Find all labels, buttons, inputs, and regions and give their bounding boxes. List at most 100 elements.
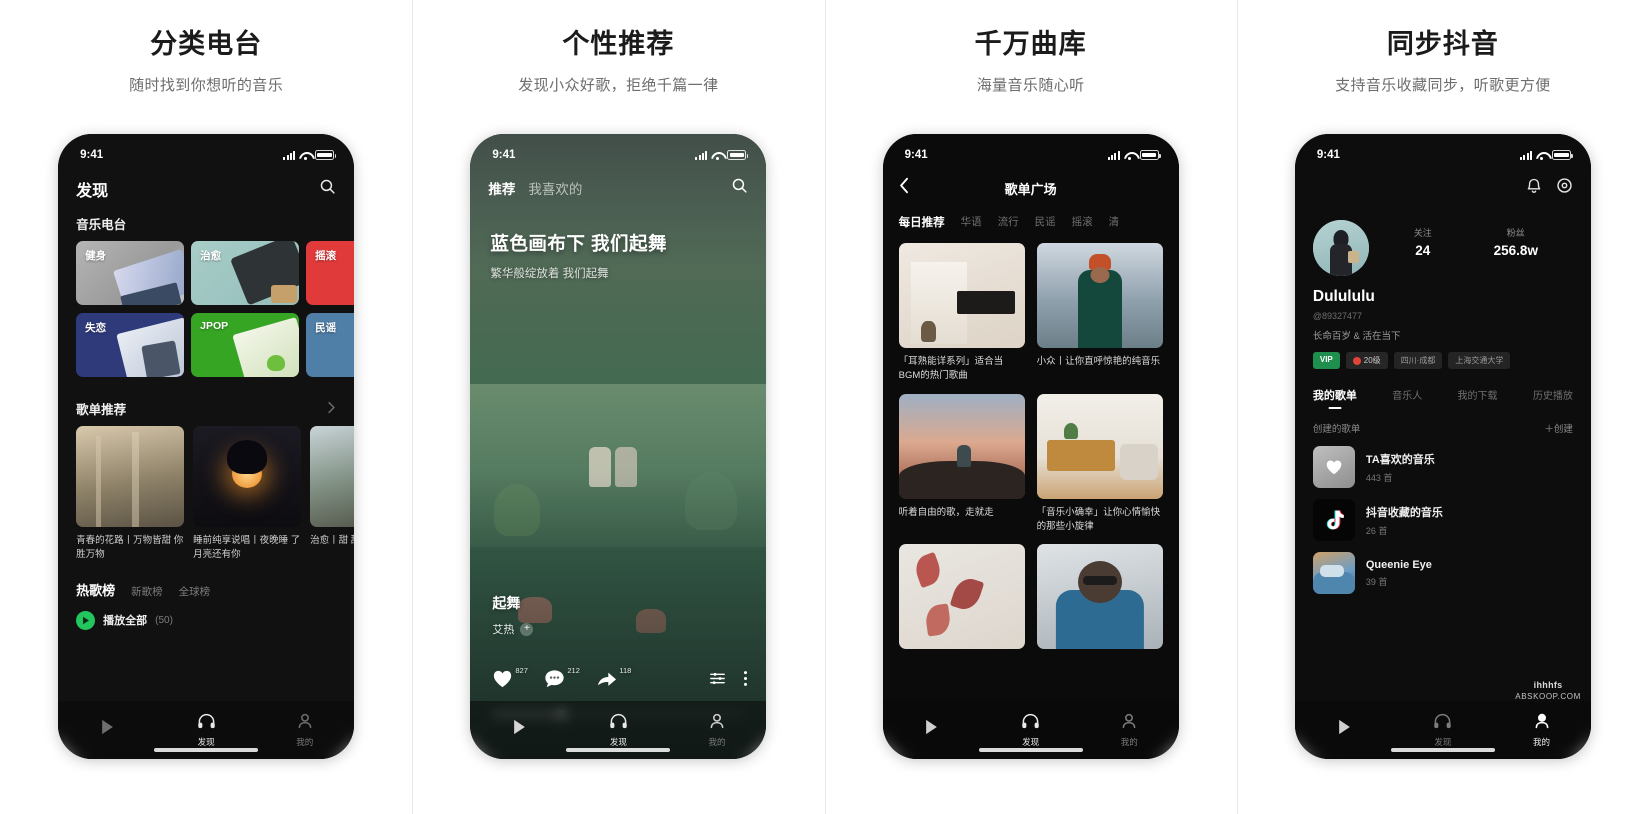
grid-card[interactable]: 「耳熟能详系列」适合当BGM的热门歌曲 <box>898 243 1025 384</box>
grid-card[interactable]: 听着自由的歌，走就走 <box>898 393 1025 535</box>
tabbar-item-player[interactable] <box>470 719 569 742</box>
tabbar-label: 发现 <box>1022 736 1040 747</box>
hero-subtitle: 繁华般绽放着 我们起舞 <box>490 268 609 280</box>
search-icon[interactable] <box>731 177 748 199</box>
tab-downloads[interactable]: 我的下载 <box>1458 387 1498 403</box>
play-icon <box>100 719 115 740</box>
stat-followers[interactable]: 粉丝 256.8w <box>1494 226 1538 258</box>
tabbar-item-discover[interactable]: 发现 <box>1394 713 1493 748</box>
avatar[interactable] <box>1312 220 1369 276</box>
like-button[interactable]: 827 <box>492 666 528 693</box>
panel-profile: 同步抖音 支持音乐收藏同步，听歌更方便 9:41 关注 24 粉丝 256.8w… <box>1236 0 1649 814</box>
tabbar-item-discover[interactable]: 发现 <box>157 713 256 748</box>
tabbar-item-player[interactable] <box>883 719 982 742</box>
grid-card[interactable]: 小众丨让你直呼惊艳的纯音乐 <box>1036 243 1163 384</box>
chart-tab-new[interactable]: 新歌榜 <box>131 584 163 599</box>
tab-musicians[interactable]: 音乐人 <box>1392 387 1422 403</box>
status-time: 9:41 <box>904 149 928 161</box>
status-indicators <box>695 150 749 160</box>
profile-stats: 关注 24 粉丝 256.8w <box>1369 220 1573 258</box>
radio-card[interactable]: 失恋 <box>76 313 185 377</box>
discover-header: 发现 <box>58 168 354 208</box>
radio-card[interactable]: 治愈 <box>191 241 300 305</box>
stat-following[interactable]: 关注 24 <box>1414 226 1432 258</box>
gear-icon[interactable] <box>1556 177 1573 199</box>
tag-school[interactable]: 上海交通大学 <box>1448 352 1511 369</box>
section-playlist-rec: 歌单推荐 <box>58 385 354 426</box>
list-item[interactable]: 抖音收藏的音乐 26 首 <box>1295 488 1591 541</box>
radio-card[interactable]: 民谣 <box>306 313 355 377</box>
chevron-left-icon[interactable] <box>899 177 910 199</box>
stat-label: 关注 <box>1413 228 1432 238</box>
grid-card[interactable] <box>898 544 1025 656</box>
headphones-icon <box>1433 713 1452 734</box>
radio-card[interactable]: 摇滚 <box>306 241 355 305</box>
tabbar-item-player[interactable] <box>58 719 157 742</box>
playlist-thumb <box>310 426 355 527</box>
list-item[interactable]: TA喜欢的音乐 443 首 <box>1295 435 1591 488</box>
top-tabs: 推荐 我喜欢的 <box>470 168 766 206</box>
tabbar-item-discover[interactable]: 发现 <box>569 713 668 748</box>
wifi-icon <box>711 151 723 160</box>
tab-history[interactable]: 历史播放 <box>1533 387 1573 403</box>
grid-card[interactable]: 「音乐小确幸」让你心情愉快的那些小旋律 <box>1036 393 1163 535</box>
follow-plus-icon[interactable]: + <box>520 622 534 636</box>
tag-location[interactable]: 四川·成都 <box>1393 352 1443 369</box>
playlist-queue-button[interactable] <box>709 671 726 691</box>
grid-card[interactable] <box>1036 544 1163 656</box>
tab-recommend[interactable]: 推荐 <box>488 178 515 198</box>
panel-title: 个性推荐 <box>562 29 675 59</box>
radio-card[interactable]: JPOP <box>191 313 300 377</box>
playlist-card[interactable]: 睡前纯享说唱丨夜晚睡 了月亮还有你 <box>193 426 302 562</box>
status-time: 9:41 <box>1316 149 1340 161</box>
tabbar-label: 我的 <box>708 736 726 747</box>
playlist-name: TA喜欢的音乐 <box>1365 453 1435 466</box>
tabbar-item-mine[interactable]: 我的 <box>1492 713 1591 748</box>
phone-mockup: 9:41 推荐 我喜欢的 蓝色画布下 我们起舞 繁华般绽放着 我们起舞 起舞 艾… <box>470 134 767 759</box>
playlist-card[interactable]: 治愈丨甜 甜的歌 <box>310 426 355 562</box>
more-button[interactable] <box>743 670 748 692</box>
list-item[interactable]: Queenie Eye 39 首 <box>1295 541 1591 594</box>
tabbar-item-player[interactable] <box>1295 719 1394 742</box>
chevron-right-icon[interactable] <box>327 401 336 417</box>
search-icon[interactable] <box>319 178 336 200</box>
app-screen: 9:41 关注 24 粉丝 256.8w Dulululu @89327477 … <box>1294 134 1591 759</box>
chart-tab-global[interactable]: 全球榜 <box>179 584 211 599</box>
tabbar-item-mine[interactable]: 我的 <box>1080 713 1179 748</box>
tab-mandarin[interactable]: 华语 <box>961 214 982 229</box>
panel-library: 千万曲库 海量音乐随心听 9:41 歌单广场 每日推荐 华语 流行 民谣 摇滚 … <box>824 0 1237 814</box>
radio-card[interactable]: 健身 <box>76 241 185 305</box>
tab-folk[interactable]: 民谣 <box>1035 214 1056 229</box>
tiktok-icon <box>1327 509 1345 529</box>
create-button[interactable]: ＋创建 <box>1544 421 1573 435</box>
share-button[interactable]: 118 <box>596 666 631 693</box>
chart-tab-hot[interactable]: 热歌榜 <box>76 580 115 599</box>
tab-pop[interactable]: 流行 <box>998 214 1019 229</box>
play-icon[interactable] <box>76 610 96 630</box>
tag-level[interactable]: 20级 <box>1345 352 1388 369</box>
playlist-count: 443 首 <box>1365 472 1393 483</box>
tab-favorites[interactable]: 我喜欢的 <box>528 178 582 198</box>
share-count: 118 <box>619 666 632 675</box>
tabbar-item-mine[interactable]: 我的 <box>668 713 767 748</box>
comment-button[interactable]: 212 <box>544 666 580 693</box>
tabbar-item-discover[interactable]: 发现 <box>981 713 1080 748</box>
playlist-name: 治愈丨甜 甜的歌 <box>310 535 354 546</box>
tag-vip[interactable]: VIP <box>1312 352 1340 369</box>
tab-my-playlists[interactable]: 我的歌单 <box>1313 387 1357 403</box>
panel-subtitle: 海量音乐随心听 <box>976 77 1085 94</box>
tabbar-item-mine[interactable]: 我的 <box>255 713 354 748</box>
tab-more[interactable]: 清 <box>1109 214 1120 229</box>
playlist-count: 26 首 <box>1365 525 1388 536</box>
stat-label: 粉丝 <box>1506 228 1525 238</box>
playlist-icon <box>1312 499 1355 541</box>
tabbar-label: 发现 <box>197 736 215 747</box>
tab-rock[interactable]: 摇滚 <box>1072 214 1093 229</box>
tabbar-label: 发现 <box>609 736 627 747</box>
tab-daily[interactable]: 每日推荐 <box>899 214 945 230</box>
bell-icon[interactable] <box>1526 177 1542 199</box>
battery-icon <box>1551 150 1573 160</box>
playlist-card[interactable]: 青春的花路丨万物皆甜 你胜万物 <box>76 426 185 562</box>
playlist-thumb <box>193 426 302 527</box>
play-all-row[interactable]: 播放全部 (50) <box>58 599 354 630</box>
